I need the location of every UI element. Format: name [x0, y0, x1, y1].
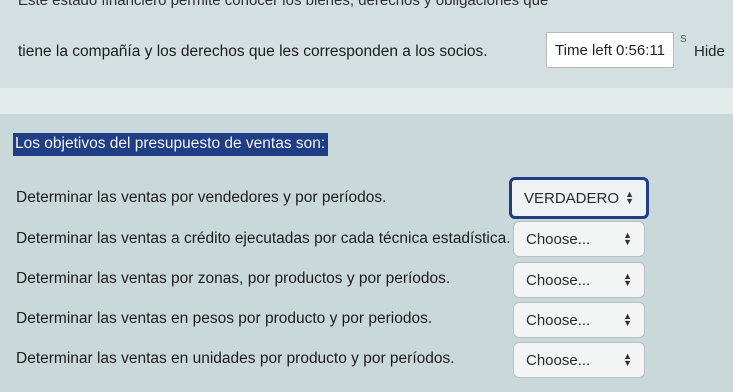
answer-select[interactable]: Choose... ▲ ▼ — [513, 302, 645, 338]
match-row-text: Determinar las ventas en pesos por produ… — [16, 310, 433, 327]
answer-select-value: Choose... — [526, 230, 591, 248]
previous-question-line: tiene la compañía y los derechos que les… — [18, 43, 488, 60]
answer-select-value: VERDADERO — [524, 189, 620, 207]
match-row-text: Determinar las ventas en unidades por pr… — [16, 350, 455, 367]
up-down-caret-icon: ▲ ▼ — [623, 230, 632, 247]
previous-question-cut-line: Este estado financiero permite conocer l… — [18, 0, 549, 9]
hide-timer-button[interactable]: Hide — [694, 43, 725, 60]
timer-panel: Time left 0:56:11 — [546, 32, 674, 68]
edge-glyph: S — [680, 34, 687, 45]
answer-select[interactable]: VERDADERO ▲ ▼ — [509, 177, 649, 219]
up-down-caret-icon: ▲ ▼ — [625, 189, 634, 206]
up-down-caret-icon: ▲ ▼ — [623, 271, 632, 288]
timer-value: 0:56:11 — [616, 41, 665, 59]
answer-select[interactable]: Choose... ▲ ▼ — [513, 262, 645, 298]
question-title: Los objetivos del presupuesto de ventas … — [13, 133, 329, 156]
answer-select-value: Choose... — [526, 311, 591, 329]
match-row-text: Determinar las ventas por vendedores y p… — [16, 189, 387, 206]
answer-select[interactable]: Choose... ▲ ▼ — [513, 342, 645, 378]
section-separator — [0, 88, 733, 114]
up-down-caret-icon: ▲ ▼ — [623, 351, 632, 368]
previous-question-area: Este estado financiero permite conocer l… — [0, 0, 733, 88]
answer-select-value: Choose... — [526, 271, 591, 289]
up-down-caret-icon: ▲ ▼ — [623, 311, 632, 328]
answer-select[interactable]: Choose... ▲ ▼ — [513, 221, 645, 257]
match-row-text: Determinar las ventas por zonas, por pro… — [16, 270, 451, 287]
timer-label: Time left — [555, 41, 612, 59]
answer-select-value: Choose... — [526, 351, 591, 369]
match-row-text: Determinar las ventas a crédito ejecutad… — [16, 230, 511, 247]
